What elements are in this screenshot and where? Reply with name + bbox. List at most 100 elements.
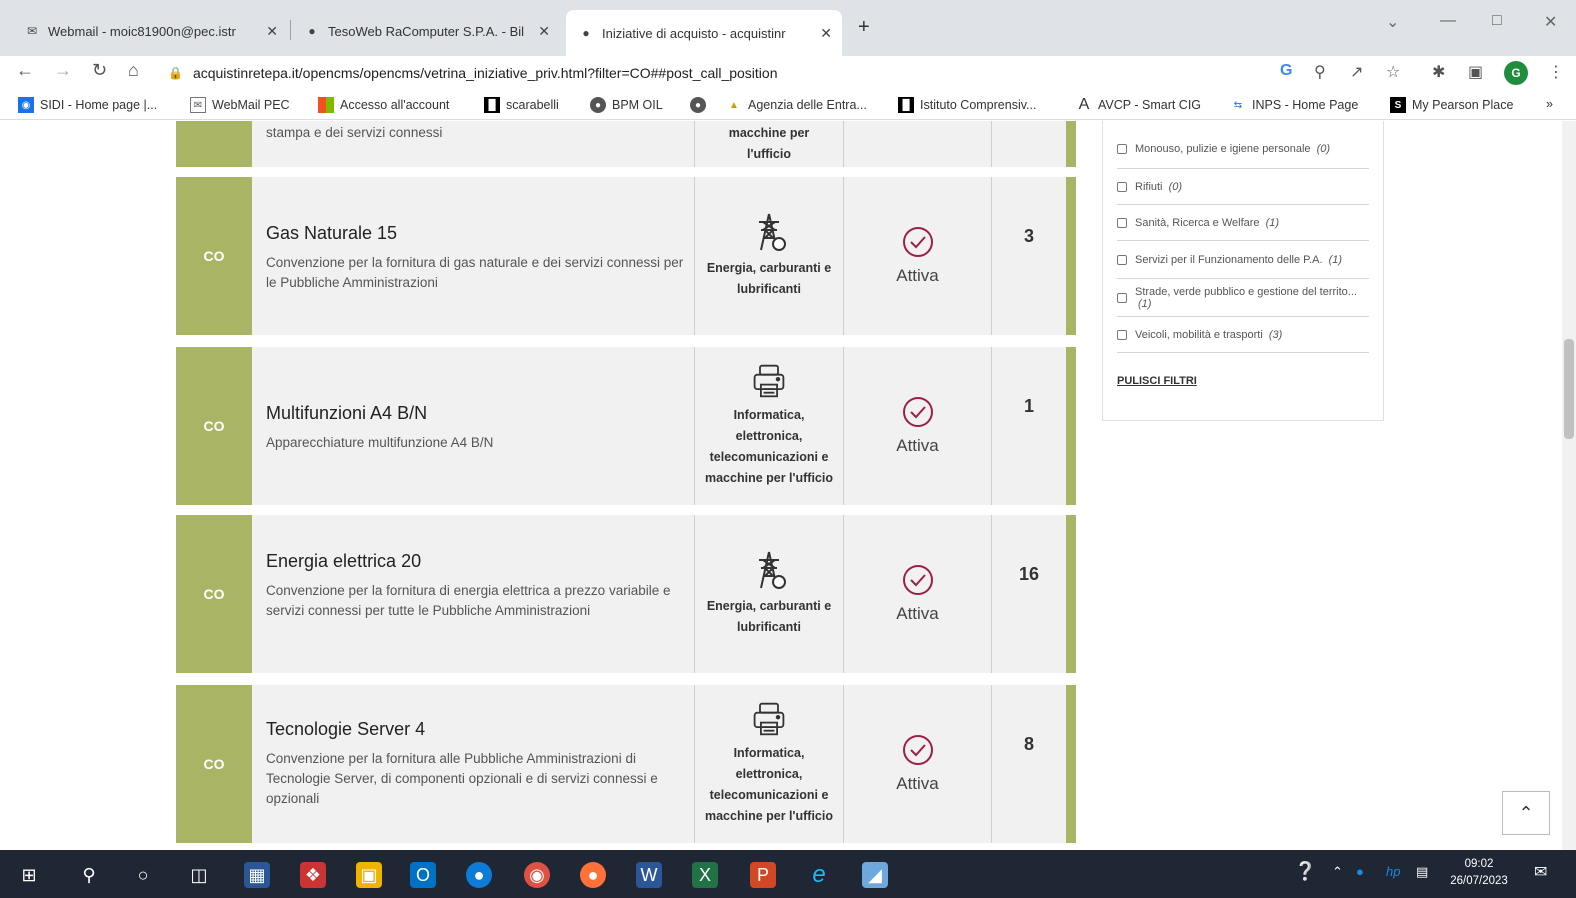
card-title[interactable]: Energia elettrica 20 xyxy=(266,551,421,572)
zoom-icon[interactable]: ⚲ xyxy=(1314,62,1326,82)
bookmark-pearson[interactable]: S My Pearson Place xyxy=(1390,97,1513,113)
page-scrollbar[interactable] xyxy=(1562,121,1576,850)
close-icon[interactable]: ✕ xyxy=(538,23,550,40)
card-title[interactable]: Gas Naturale 15 xyxy=(266,223,397,244)
maximize-icon[interactable]: □ xyxy=(1492,12,1502,30)
card-category: Informatica, elettronica, telecomunicazi… xyxy=(694,347,844,505)
share-icon[interactable]: ↗ xyxy=(1350,62,1363,82)
calculator-icon[interactable]: ▦ xyxy=(244,862,270,888)
filter-rifiuti[interactable]: Rifiuti (0) xyxy=(1117,169,1369,205)
filter-checkbox[interactable] xyxy=(1117,217,1127,228)
forward-icon[interactable]: → xyxy=(54,60,72,81)
chrome-icon[interactable]: ◉ xyxy=(524,862,550,888)
bookmarks-more[interactable]: » xyxy=(1546,97,1553,111)
bookmark-sidi[interactable]: ◉ SIDI - Home page |... xyxy=(18,97,157,113)
bookmark-inps[interactable]: ⇆ INPS - Home Page xyxy=(1230,97,1359,113)
google-icon[interactable]: G xyxy=(1280,62,1292,80)
filter-checkbox[interactable] xyxy=(1117,143,1127,154)
powerpoint-icon[interactable]: P xyxy=(750,862,776,888)
firefox-icon[interactable]: ● xyxy=(580,862,606,888)
tab-webmail[interactable]: ✉ Webmail - moic81900n@pec.istr ✕ xyxy=(12,14,288,48)
internet-explorer-icon[interactable]: e xyxy=(806,861,832,888)
cortana-icon[interactable]: ○ xyxy=(130,862,156,888)
filter-sanita[interactable]: Sanità, Ricerca e Welfare (1) xyxy=(1117,205,1369,241)
bookmark-globe[interactable]: ● xyxy=(690,97,712,113)
hp-icon[interactable]: hp xyxy=(1386,864,1400,879)
printer-icon xyxy=(753,702,785,736)
bookmark-bpm-oil[interactable]: ● BPM OIL xyxy=(590,97,663,113)
excel-icon[interactable]: X xyxy=(692,862,718,888)
network-app-icon[interactable]: ● xyxy=(1356,864,1364,879)
initiative-card[interactable]: CO Multifunzioni A4 B/N Apparecchiature … xyxy=(176,347,1076,505)
card-status xyxy=(844,121,992,167)
star-icon[interactable]: ☆ xyxy=(1386,62,1400,82)
bookmark-webmail-pec[interactable]: ✉ WebMail PEC xyxy=(190,97,290,113)
chevron-up-icon[interactable]: ⌃ xyxy=(1332,864,1343,880)
help-icon[interactable]: ❔ xyxy=(1294,861,1316,882)
bookmark-account[interactable]: Accesso all'account xyxy=(318,97,449,113)
reload-icon[interactable]: ↻ xyxy=(92,60,107,81)
card-title[interactable]: Tecnologie Server 4 xyxy=(266,719,425,740)
filter-strade[interactable]: Strade, verde pubblico e gestione del te… xyxy=(1117,279,1369,317)
system-clock[interactable]: 09:02 26/07/2023 xyxy=(1442,856,1516,890)
app-icon[interactable]: ◢ xyxy=(862,862,888,888)
scrollbar-thumb[interactable] xyxy=(1564,339,1574,439)
sidepanel-icon[interactable]: ▣ xyxy=(1468,62,1483,82)
bookmark-label: Agenzia delle Entra... xyxy=(748,98,867,112)
display-icon[interactable]: ▤ xyxy=(1416,864,1428,880)
card-badge: CO xyxy=(176,177,252,335)
bookmark-istituto[interactable]: █ Istituto Comprensiv... xyxy=(898,97,1036,113)
notifications-icon[interactable]: ✉ xyxy=(1534,862,1547,882)
minimize-icon[interactable]: — xyxy=(1440,12,1456,30)
tab-tesoweb[interactable]: ● TesoWeb RaComputer S.P.A. - Bil ✕ xyxy=(292,14,560,48)
word-icon[interactable]: W xyxy=(636,862,662,888)
windows-start-icon[interactable]: ⊞ xyxy=(16,862,42,888)
bookmark-avcp[interactable]: A AVCP - Smart CIG xyxy=(1076,96,1201,113)
app-icon[interactable]: ❖ xyxy=(300,862,326,888)
close-window-icon[interactable]: ✕ xyxy=(1544,12,1557,32)
card-description: Convenzione per la fornitura di gas natu… xyxy=(266,255,684,290)
profile-avatar[interactable]: G xyxy=(1504,61,1528,85)
url-input[interactable]: 🔒 acquistinretepa.it/opencms/opencms/vet… xyxy=(168,59,1288,87)
task-view-icon[interactable]: ◫ xyxy=(186,862,212,888)
filter-checkbox[interactable] xyxy=(1117,329,1127,340)
new-tab-button[interactable]: + xyxy=(858,16,870,39)
menu-icon[interactable]: ⋮ xyxy=(1548,62,1564,82)
card-title[interactable]: Multifunzioni A4 B/N xyxy=(266,403,427,424)
bookmark-label: WebMail PEC xyxy=(212,98,290,112)
initiative-card[interactable]: CO Tecnologie Server 4 Convenzione per l… xyxy=(176,685,1076,843)
home-icon[interactable]: ⌂ xyxy=(128,60,139,81)
filter-servizi-funzionamento[interactable]: Servizi per il Funzionamento delle P.A. … xyxy=(1117,241,1369,279)
initiative-card[interactable]: CO Gas Naturale 15 Convenzione per la fo… xyxy=(176,177,1076,335)
card-description: Convenzione per la fornitura di energia … xyxy=(266,583,671,618)
scroll-to-top-button[interactable]: ⌃ xyxy=(1502,791,1550,835)
card-description: Convenzione per la fornitura alle Pubbli… xyxy=(266,751,658,806)
filter-checkbox[interactable] xyxy=(1117,254,1127,265)
filter-label: Sanità, Ricerca e Welfare (1) xyxy=(1135,216,1280,229)
globe-icon: ● xyxy=(582,26,590,40)
filter-veicoli[interactable]: Veicoli, mobilità e trasporti (3) xyxy=(1117,317,1369,353)
initiative-card[interactable]: CO Energia elettrica 20 Convenzione per … xyxy=(176,515,1076,673)
edge-icon[interactable]: ● xyxy=(466,862,492,888)
extensions-icon[interactable]: ✱ xyxy=(1432,62,1445,82)
outlook-icon[interactable]: O xyxy=(410,862,436,888)
close-icon[interactable]: ✕ xyxy=(266,23,278,40)
bookmark-agenzia-entrate[interactable]: ▲ Agenzia delle Entra... xyxy=(726,97,867,113)
back-icon[interactable]: ← xyxy=(16,60,34,81)
check-circle-icon xyxy=(902,735,933,765)
bookmark-label: INPS - Home Page xyxy=(1252,98,1359,112)
bookmark-scarabelli[interactable]: █ scarabelli xyxy=(484,97,559,113)
filter-checkbox[interactable] xyxy=(1117,292,1127,303)
filter-monouso[interactable]: Monouso, pulizie e igiene personale (0) xyxy=(1117,129,1369,169)
tab-iniziative[interactable]: ● Iniziative di acquisto - acquistinr ✕ xyxy=(566,10,842,56)
initiative-card-partial[interactable]: stampa e dei servizi connessi macchine p… xyxy=(176,121,1076,167)
tab-search-icon[interactable]: ⌄ xyxy=(1386,12,1399,32)
close-icon[interactable]: ✕ xyxy=(820,25,832,42)
file-explorer-icon[interactable]: ▣ xyxy=(356,862,382,888)
card-count: 1 xyxy=(1023,395,1034,416)
filter-checkbox[interactable] xyxy=(1117,181,1127,192)
search-icon[interactable]: ⚲ xyxy=(76,862,102,888)
globe-icon: ● xyxy=(590,97,606,113)
clear-filters-link[interactable]: PULISCI FILTRI xyxy=(1117,375,1197,387)
card-count: 3 xyxy=(1023,225,1034,246)
